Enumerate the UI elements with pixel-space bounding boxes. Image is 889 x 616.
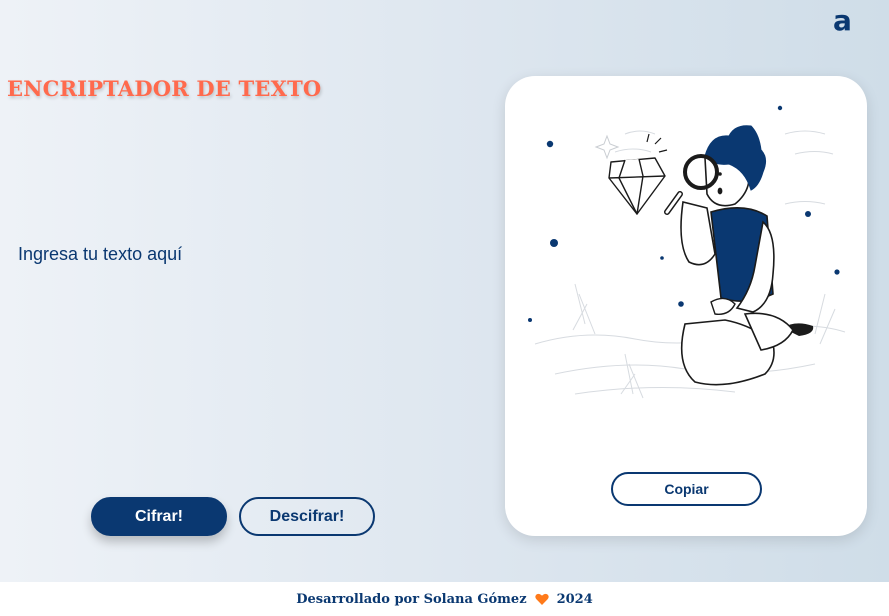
footer-credit: Desarrollado por Solana Gómez — [296, 591, 527, 607]
alura-logo-icon: a — [833, 4, 852, 37]
decrypt-button[interactable]: Descifrar! — [239, 497, 375, 536]
magnifier-diamond-illustration — [528, 105, 846, 399]
copy-button[interactable]: Copiar — [611, 472, 762, 506]
footer-year: 2024 — [556, 591, 593, 607]
page-title: ENCRIPTADOR DE TEXTO — [7, 76, 322, 101]
heart-icon — [534, 593, 549, 606]
encrypt-button[interactable]: Cifrar! — [91, 497, 227, 536]
footer: Desarrollado por Solana Gómez 2024 — [0, 582, 889, 616]
output-panel: Copiar — [505, 76, 867, 536]
text-input[interactable] — [10, 236, 450, 456]
